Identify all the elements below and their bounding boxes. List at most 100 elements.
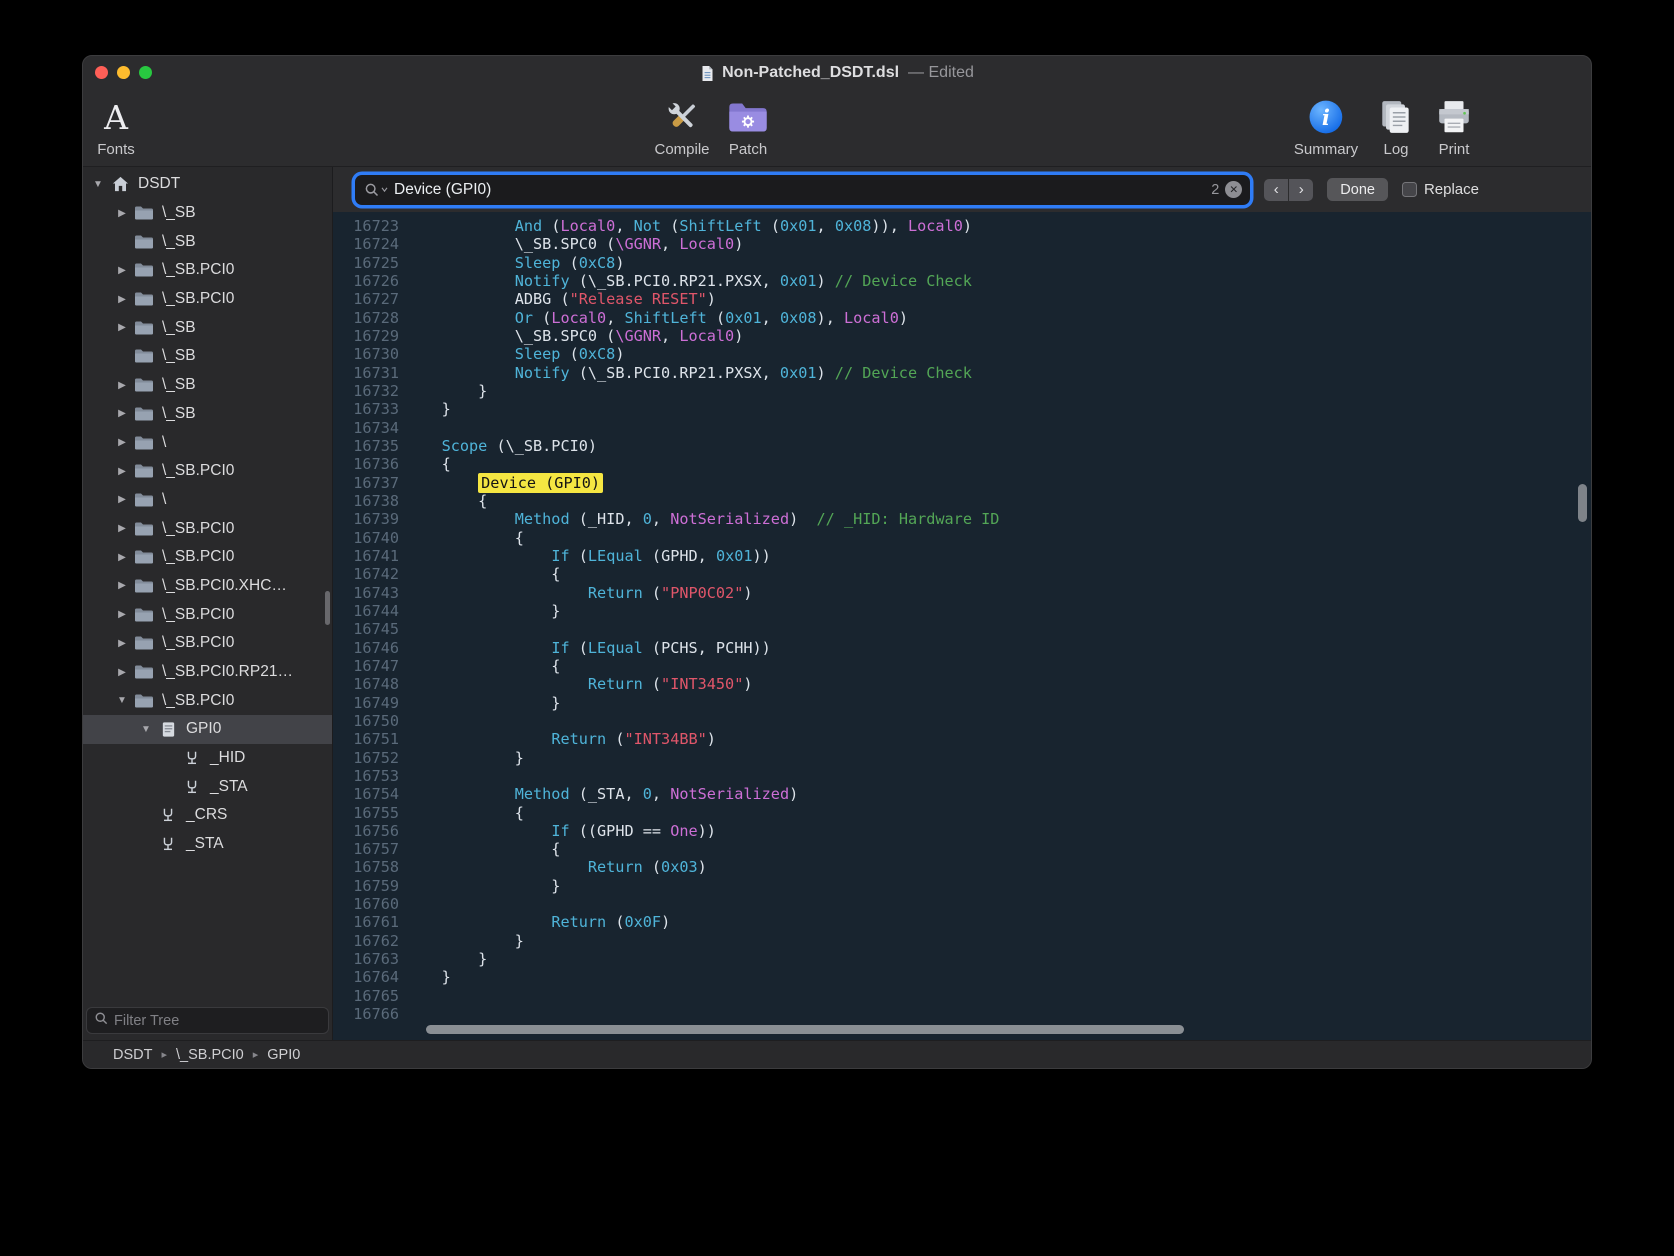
minimize-window-button[interactable] <box>117 66 130 79</box>
tree-item-sb-pci0[interactable]: ▶\_SB.PCI0 <box>83 457 332 486</box>
fonts-button[interactable]: A Fonts <box>97 95 135 158</box>
code-line[interactable]: 16740 { <box>333 529 1591 547</box>
tree-item-sb-pci0[interactable]: ▼\_SB.PCI0 <box>83 686 332 715</box>
tree-item-sb[interactable]: ▶\_SB <box>83 400 332 429</box>
code-line[interactable]: 16745 <box>333 620 1591 638</box>
disclosure-triangle[interactable]: ▶ <box>111 322 133 333</box>
close-window-button[interactable] <box>95 66 108 79</box>
disclosure-triangle[interactable]: ▶ <box>111 580 133 591</box>
disclosure-triangle[interactable]: ▶ <box>111 609 133 620</box>
clear-search-button[interactable]: ✕ <box>1225 181 1242 198</box>
tree-item-sb-pci0[interactable]: ▶\_SB.PCI0 <box>83 256 332 285</box>
code-line[interactable]: 16739 Method (_HID, 0, NotSerialized) //… <box>333 510 1591 528</box>
tree-item-dsdt[interactable]: ▼DSDT <box>83 170 332 199</box>
sidebar-scrollbar-thumb[interactable] <box>325 591 330 625</box>
code-line[interactable]: 16724 \_SB.SPC0 (\GGNR, Local0) <box>333 235 1591 253</box>
disclosure-triangle[interactable]: ▶ <box>111 265 133 276</box>
tree-item-hid[interactable]: _HID <box>83 744 332 773</box>
disclosure-triangle[interactable]: ▶ <box>111 523 133 534</box>
code-line[interactable]: 16765 <box>333 987 1591 1005</box>
find-field[interactable]: 2 ✕ <box>355 175 1250 205</box>
summary-button[interactable]: i Summary <box>1294 95 1358 158</box>
tree-item-sta[interactable]: _STA <box>83 772 332 801</box>
zoom-window-button[interactable] <box>139 66 152 79</box>
tree-item-[interactable]: ▶\ <box>83 428 332 457</box>
code-line[interactable]: 16732 } <box>333 382 1591 400</box>
disclosure-triangle[interactable]: ▶ <box>111 667 133 678</box>
disclosure-triangle[interactable]: ▶ <box>111 408 133 419</box>
code-line[interactable]: 16764 } <box>333 968 1591 986</box>
tree-item-sb-pci0-xhc[interactable]: ▶\_SB.PCI0.XHC… <box>83 572 332 601</box>
editor-horizontal-scrollbar-thumb[interactable] <box>426 1025 1184 1034</box>
code-line[interactable]: 16763 } <box>333 950 1591 968</box>
code-line[interactable]: 16741 If (LEqual (GPHD, 0x01)) <box>333 547 1591 565</box>
disclosure-triangle[interactable]: ▶ <box>111 380 133 391</box>
tree-item-sb[interactable]: ▶\_SB <box>83 371 332 400</box>
code-line[interactable]: 16766 <box>333 1005 1591 1023</box>
code-line[interactable]: 16742 { <box>333 565 1591 583</box>
tree-item-sb-pci0-rp21[interactable]: ▶\_SB.PCI0.RP21… <box>83 658 332 687</box>
code-line[interactable]: 16762 } <box>333 932 1591 950</box>
code-line[interactable]: 16729 \_SB.SPC0 (\GGNR, Local0) <box>333 327 1591 345</box>
breadcrumb-item[interactable]: DSDT <box>113 1047 152 1063</box>
tree-item-sb[interactable]: \_SB <box>83 342 332 371</box>
code-line[interactable]: 16744 } <box>333 602 1591 620</box>
disclosure-triangle[interactable]: ▶ <box>111 437 133 448</box>
code-line[interactable]: 16737 Device (GPI0) <box>333 474 1591 492</box>
tree-item-sb[interactable]: \_SB <box>83 227 332 256</box>
tree-item-sb-pci0[interactable]: ▶\_SB.PCI0 <box>83 600 332 629</box>
tree-item-sb-pci0[interactable]: ▶\_SB.PCI0 <box>83 514 332 543</box>
code-line[interactable]: 16730 Sleep (0xC8) <box>333 345 1591 363</box>
tree-item-sta[interactable]: _STA <box>83 830 332 859</box>
code-line[interactable]: 16751 Return ("INT34BB") <box>333 730 1591 748</box>
code-line[interactable]: 16747 { <box>333 657 1591 675</box>
tree-item-sb[interactable]: ▶\_SB <box>83 313 332 342</box>
tree-item-sb-pci0[interactable]: ▶\_SB.PCI0 <box>83 285 332 314</box>
disclosure-triangle[interactable]: ▶ <box>111 552 133 563</box>
filter-tree-input[interactable] <box>114 1013 321 1029</box>
code-line[interactable]: 16723 And (Local0, Not (ShiftLeft (0x01,… <box>333 217 1591 235</box>
disclosure-triangle[interactable]: ▶ <box>111 466 133 477</box>
code-line[interactable]: 16731 Notify (\_SB.PCI0.RP21.PXSX, 0x01)… <box>333 364 1591 382</box>
code-line[interactable]: 16749 } <box>333 694 1591 712</box>
code-line[interactable]: 16759 } <box>333 877 1591 895</box>
code-line[interactable]: 16754 Method (_STA, 0, NotSerialized) <box>333 785 1591 803</box>
tree-item-gpi0[interactable]: ▼GPI0 <box>83 715 332 744</box>
disclosure-triangle[interactable]: ▶ <box>111 494 133 505</box>
code-line[interactable]: 16725 Sleep (0xC8) <box>333 254 1591 272</box>
tree-item-sb-pci0[interactable]: ▶\_SB.PCI0 <box>83 543 332 572</box>
disclosure-triangle[interactable]: ▶ <box>111 638 133 649</box>
code-line[interactable]: 16758 Return (0x03) <box>333 858 1591 876</box>
tree-item-[interactable]: ▶\ <box>83 486 332 515</box>
code-line[interactable]: 16761 Return (0x0F) <box>333 913 1591 931</box>
code-line[interactable]: 16750 <box>333 712 1591 730</box>
find-input[interactable] <box>394 181 1205 199</box>
code-line[interactable]: 16755 { <box>333 804 1591 822</box>
disclosure-triangle[interactable]: ▼ <box>135 724 157 735</box>
code-line[interactable]: 16738 { <box>333 492 1591 510</box>
code-editor[interactable]: 16723 And (Local0, Not (ShiftLeft (0x01,… <box>333 212 1591 1040</box>
print-button[interactable]: Print <box>1435 95 1473 158</box>
code-line[interactable]: 16728 Or (Local0, ShiftLeft (0x01, 0x08)… <box>333 309 1591 327</box>
disclosure-triangle[interactable]: ▼ <box>111 695 133 706</box>
code-line[interactable]: 16727 ADBG ("Release RESET") <box>333 290 1591 308</box>
tree-item-crs[interactable]: _CRS <box>83 801 332 830</box>
code-line[interactable]: 16760 <box>333 895 1591 913</box>
code-line[interactable]: 16748 Return ("INT3450") <box>333 675 1591 693</box>
code-line[interactable]: 16726 Notify (\_SB.PCI0.RP21.PXSX, 0x01)… <box>333 272 1591 290</box>
compile-button[interactable]: Compile <box>654 95 709 158</box>
filter-tree-field[interactable] <box>86 1007 329 1034</box>
disclosure-triangle[interactable]: ▶ <box>111 208 133 219</box>
code-line[interactable]: 16756 If ((GPHD == One)) <box>333 822 1591 840</box>
replace-checkbox[interactable] <box>1402 182 1417 197</box>
code-line[interactable]: 16757 { <box>333 840 1591 858</box>
code-line[interactable]: 16746 If (LEqual (PCHS, PCHH)) <box>333 639 1591 657</box>
tree-item-sb-pci0[interactable]: ▶\_SB.PCI0 <box>83 629 332 658</box>
done-button[interactable]: Done <box>1327 178 1388 201</box>
tree-item-sb[interactable]: ▶\_SB <box>83 199 332 228</box>
log-button[interactable]: Log <box>1377 95 1415 158</box>
find-previous-button[interactable]: ‹ <box>1264 179 1288 201</box>
code-line[interactable]: 16743 Return ("PNP0C02") <box>333 584 1591 602</box>
breadcrumb-item[interactable]: GPI0 <box>267 1047 300 1063</box>
code-line[interactable]: 16733 } <box>333 400 1591 418</box>
